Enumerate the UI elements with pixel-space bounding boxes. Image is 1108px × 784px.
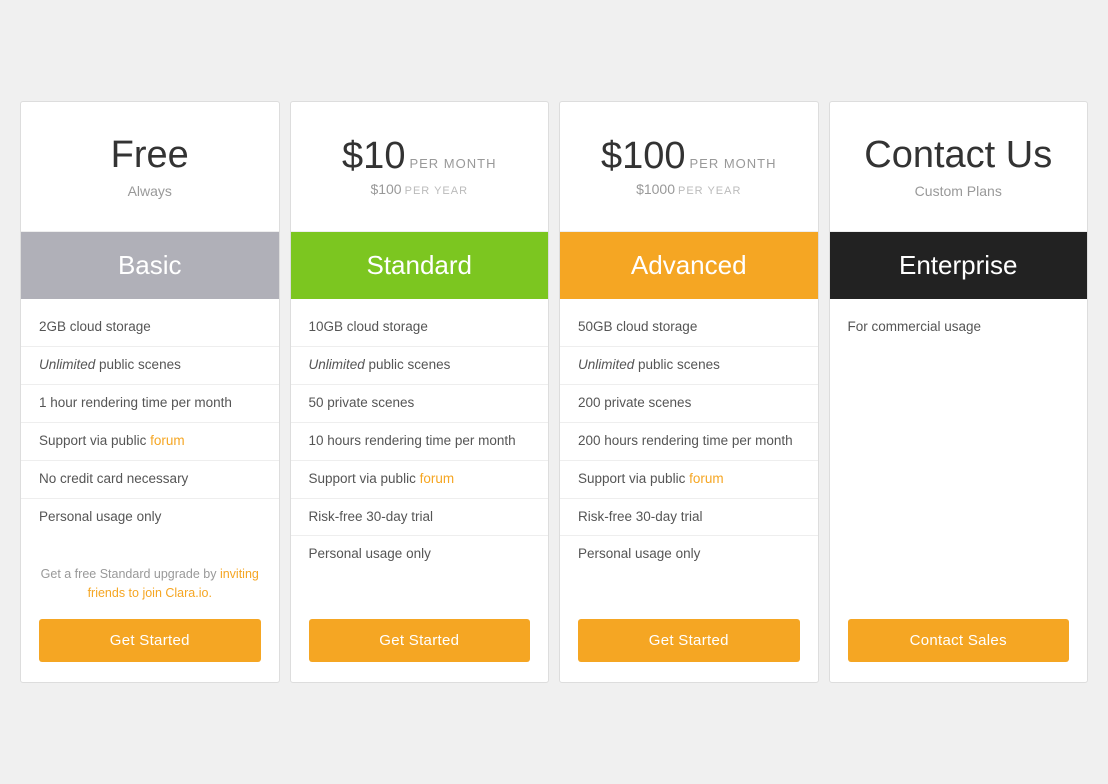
price-label: Free <box>111 134 189 177</box>
features-list-advanced: 50GB cloud storageUnlimited public scene… <box>560 299 818 583</box>
tier-label-advanced: Advanced <box>560 232 818 299</box>
card-header-advanced: $100PER MONTH $1000PER YEAR <box>560 102 818 232</box>
feature-item: 2GB cloud storage <box>21 309 279 347</box>
card-header-standard: $10PER MONTH $100PER YEAR <box>291 102 549 232</box>
pricing-card-standard: $10PER MONTH$100PER YEARStandard10GB clo… <box>290 101 550 683</box>
feature-item: 1 hour rendering time per month <box>21 385 279 423</box>
pricing-card-advanced: $100PER MONTH$1000PER YEARAdvanced50GB c… <box>559 101 819 683</box>
feature-item: Unlimited public scenes <box>291 347 549 385</box>
forum-link[interactable]: forum <box>150 433 185 448</box>
cta-button-standard[interactable]: Get Started <box>309 619 531 662</box>
spacer <box>830 459 1088 599</box>
price-label: Contact Us <box>864 134 1052 177</box>
cta-button-free[interactable]: Get Started <box>39 619 261 662</box>
pricing-card-free: FreeAlwaysBasic2GB cloud storageUnlimite… <box>20 101 280 683</box>
feature-item: Personal usage only <box>560 536 818 573</box>
forum-link[interactable]: forum <box>689 471 724 486</box>
feature-item: Personal usage only <box>21 499 279 536</box>
pricing-card-enterprise: Contact Us Custom Plans Enterprise For comm… <box>829 101 1089 683</box>
card-footer-enterprise: Contact Sales <box>830 599 1088 682</box>
spacer <box>291 583 549 599</box>
card-footer-free: Get a free Standard upgrade by inviting … <box>21 545 279 682</box>
spacer <box>560 583 818 599</box>
price-label: $10PER MONTH <box>342 137 496 175</box>
price-label: $100PER MONTH <box>601 137 777 175</box>
feature-item: 10 hours rendering time per month <box>291 423 549 461</box>
price-secondary: $100PER YEAR <box>370 181 468 197</box>
features-list-free: 2GB cloud storageUnlimited public scenes… <box>21 299 279 545</box>
feature-item: Unlimited public scenes <box>560 347 818 385</box>
tier-label-standard: Standard <box>291 232 549 299</box>
feature-item: Support via public forum <box>560 461 818 499</box>
features-list-enterprise: For commercial usage <box>830 299 1088 459</box>
pricing-table: FreeAlwaysBasic2GB cloud storageUnlimite… <box>20 101 1088 683</box>
forum-link[interactable]: forum <box>420 471 455 486</box>
feature-item: 50GB cloud storage <box>560 309 818 347</box>
tier-label-enterprise: Enterprise <box>830 232 1088 299</box>
card-footer-advanced: Get Started <box>560 599 818 682</box>
feature-item: 50 private scenes <box>291 385 549 423</box>
feature-item: Personal usage only <box>291 536 549 573</box>
card-footer-standard: Get Started <box>291 599 549 682</box>
features-list-standard: 10GB cloud storageUnlimited public scene… <box>291 299 549 583</box>
cta-button-advanced[interactable]: Get Started <box>578 619 800 662</box>
card-header-enterprise: Contact Us Custom Plans <box>830 102 1088 232</box>
cta-button-enterprise[interactable]: Contact Sales <box>848 619 1070 662</box>
footer-note: Get a free Standard upgrade by inviting … <box>39 565 261 603</box>
feature-item: Support via public forum <box>291 461 549 499</box>
feature-item: 200 hours rendering time per month <box>560 423 818 461</box>
feature-item: For commercial usage <box>830 309 1088 346</box>
feature-item: 10GB cloud storage <box>291 309 549 347</box>
feature-item: Risk-free 30-day trial <box>291 499 549 537</box>
price-subtitle: Custom Plans <box>915 183 1002 199</box>
card-header-free: Free Always <box>21 102 279 232</box>
tier-label-free: Basic <box>21 232 279 299</box>
feature-item: Support via public forum <box>21 423 279 461</box>
feature-item: Unlimited public scenes <box>21 347 279 385</box>
feature-item: No credit card necessary <box>21 461 279 499</box>
invite-link[interactable]: inviting friends to join Clara.io. <box>88 567 259 600</box>
price-subtitle: Always <box>128 183 172 199</box>
feature-item: 200 private scenes <box>560 385 818 423</box>
price-secondary: $1000PER YEAR <box>636 181 741 197</box>
feature-item: Risk-free 30-day trial <box>560 499 818 537</box>
